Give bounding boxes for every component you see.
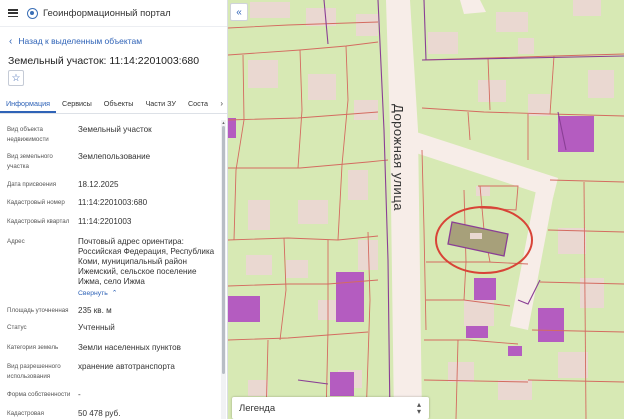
prop-label: Категория земель: [7, 344, 59, 351]
favorite-button[interactable]: ☆: [8, 70, 24, 86]
collapse-panel-button[interactable]: «: [230, 3, 248, 21]
prop-value: Учтенный: [78, 323, 115, 332]
prop-value: хранение автотранспорта: [78, 362, 175, 371]
collapse-link-label: Свернуть: [78, 290, 108, 297]
prop-label: Форма собственности: [7, 391, 71, 398]
prop-label: Вид разрешенного использования: [7, 363, 61, 380]
menu-icon[interactable]: [8, 9, 18, 17]
app-title: Геоинформационный портал: [43, 7, 171, 19]
prop-label: Площадь уточненная: [7, 307, 69, 314]
prop-label: Кадастровая: [7, 410, 44, 417]
star-icon: ☆: [11, 72, 21, 84]
tab-parcel-parts[interactable]: Части ЗУ: [139, 95, 182, 113]
portal-logo-icon: [27, 7, 38, 19]
prop-value-address: Почтовый адрес ориентира: Российская Фед…: [78, 237, 215, 286]
prop-label: Вид земельного участка: [7, 153, 53, 170]
double-chevron-left-icon: «: [236, 6, 242, 18]
tab-services[interactable]: Сервисы: [56, 95, 98, 113]
prop-value: 11:14:2201003: [78, 217, 132, 226]
legend-label: Легенда: [239, 402, 276, 414]
prop-label: Кадастровый номер: [7, 199, 65, 206]
legend-button[interactable]: Легенда ▴ ▾: [232, 397, 429, 419]
chevron-left-icon: ‹: [9, 35, 13, 47]
prop-label: Вид объекта недвижимости: [7, 126, 49, 143]
prop-value: Земли населенных пунктов: [78, 343, 181, 352]
collapse-address-link[interactable]: Свернуть ⌃: [78, 289, 117, 297]
prop-value: -: [78, 390, 81, 399]
prop-value: Земельный участок: [78, 125, 152, 134]
properties-scrollbar[interactable]: ▲: [221, 120, 226, 419]
prop-value: 18.12.2025: [78, 180, 119, 189]
prop-value: 235 кв. м: [78, 306, 112, 315]
prop-value: 11:14:2201003:680: [78, 198, 148, 207]
street-label: Дорожная улица: [391, 104, 406, 211]
chevron-up-down-icon: ▴ ▾: [416, 400, 421, 416]
info-panel: Геоинформационный портал ‹ Назад к выдел…: [0, 0, 228, 419]
cadastral-map[interactable]: Дорожная улица: [228, 0, 624, 419]
prop-label: Статус: [7, 324, 27, 331]
tab-composition[interactable]: Соста: [182, 95, 214, 113]
back-to-selection-link[interactable]: ‹ Назад к выделенным объектам: [0, 31, 227, 51]
tab-bar: Информация Сервисы Объекты Части ЗУ Сост…: [0, 95, 227, 114]
chevron-up-icon: ⌃: [109, 290, 118, 297]
app-root: { "app": { "title": "Геоинформационный п…: [0, 0, 624, 419]
map-canvas[interactable]: Дорожная улица: [228, 0, 624, 419]
back-link-label: Назад к выделенным объектам: [18, 36, 143, 46]
prop-value: Землепользование: [78, 152, 151, 161]
prop-label: Кадастровый квартал: [7, 218, 70, 225]
prop-value: 50 478 руб.: [78, 409, 121, 418]
tab-objects[interactable]: Объекты: [98, 95, 140, 113]
properties-list: Вид объекта недвижимости Земельный участ…: [0, 120, 220, 419]
prop-label: Дата присвоения: [7, 181, 57, 188]
scroll-thumb[interactable]: [222, 126, 225, 374]
selected-parcel-building: [470, 233, 482, 239]
chevron-right-icon[interactable]: ›: [217, 95, 226, 113]
prop-label: Адрес: [7, 238, 25, 245]
tab-info[interactable]: Информация: [0, 95, 57, 113]
object-title: Земельный участок: 11:14:2201003:680: [8, 55, 200, 67]
top-bar: Геоинформационный портал: [0, 0, 227, 27]
scroll-up-icon[interactable]: ▲: [221, 120, 226, 125]
